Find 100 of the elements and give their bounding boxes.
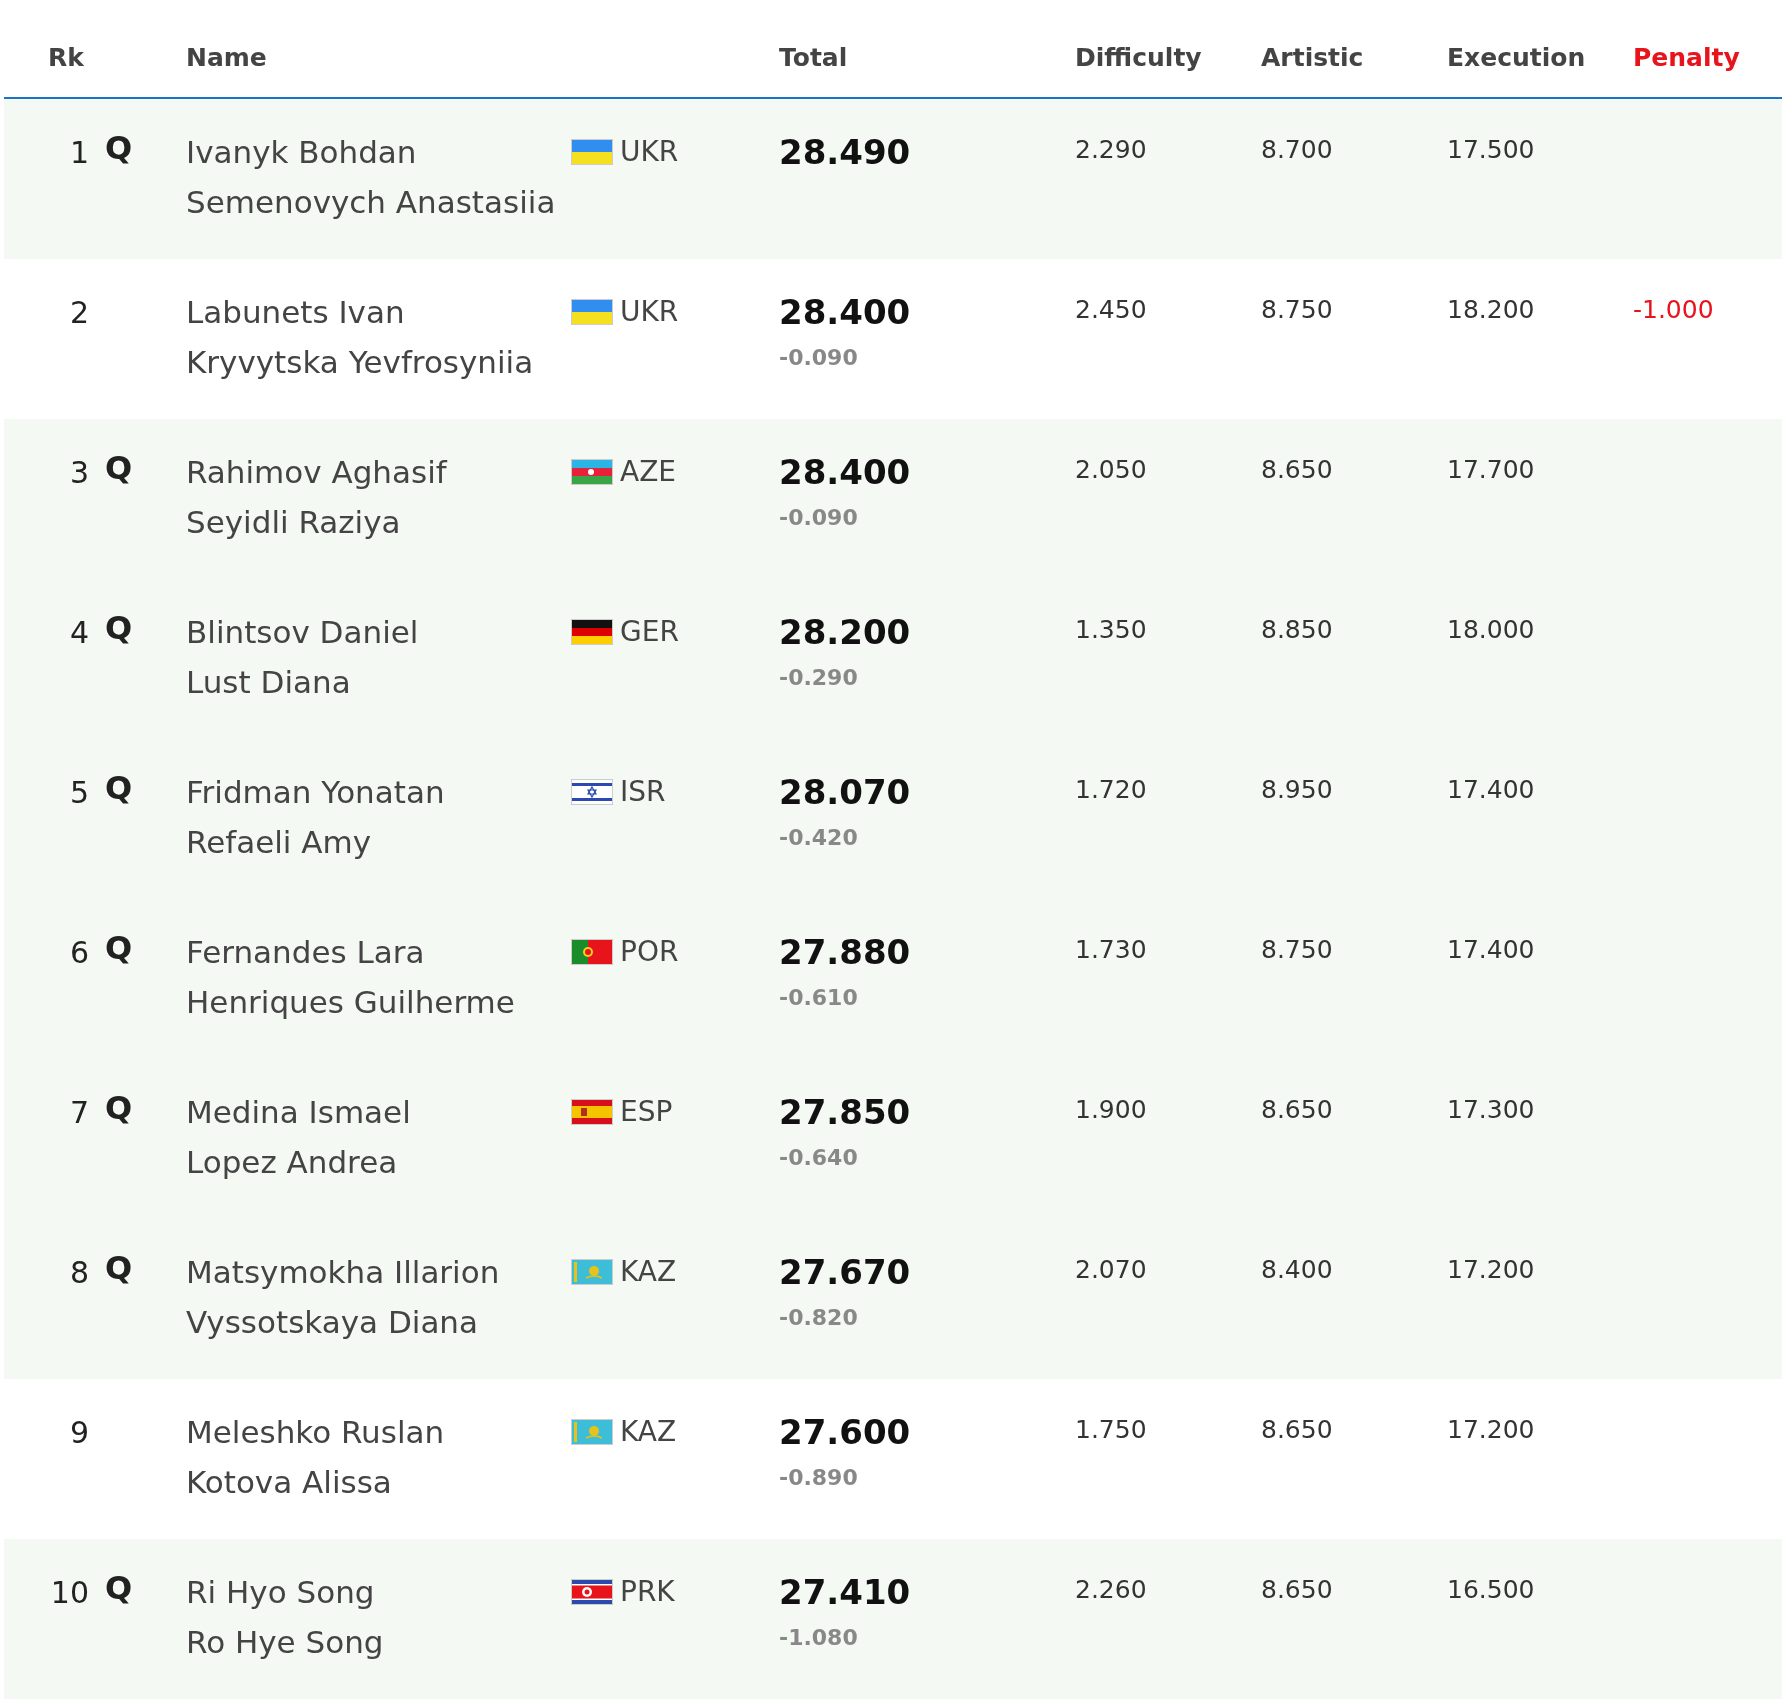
country-code: AZE	[620, 455, 677, 488]
difficulty-score: 1.730	[1075, 935, 1147, 964]
athlete-name: Ri Hyo Song	[186, 1573, 375, 1612]
difficulty-score: 1.900	[1075, 1095, 1147, 1124]
flag-icon	[572, 459, 612, 484]
column-header[interactable]: Rk	[48, 43, 84, 72]
difficulty-score: 1.750	[1075, 1415, 1147, 1444]
athlete-name: Meleshko Ruslan	[186, 1413, 445, 1452]
flag-icon	[572, 1579, 612, 1604]
country-code: ISR	[620, 775, 666, 808]
country-code: UKR	[620, 135, 679, 168]
execution-score: 17.500	[1447, 135, 1535, 164]
rank-number: 10	[50, 1575, 89, 1610]
difficulty-score: 1.720	[1075, 775, 1147, 804]
penalty-score: -1.000	[1633, 295, 1714, 324]
score-gap: -0.640	[779, 1145, 858, 1170]
rank-number: 3	[69, 455, 89, 490]
artistic-score: 8.650	[1261, 1415, 1333, 1444]
artistic-score: 8.650	[1261, 455, 1333, 484]
qualified-mark: Q	[105, 1249, 133, 1287]
flag-icon	[572, 1099, 612, 1124]
rank-number: 9	[69, 1415, 89, 1450]
total-score: 27.600	[779, 1411, 911, 1454]
execution-score: 18.000	[1447, 615, 1535, 644]
difficulty-score: 2.290	[1075, 135, 1147, 164]
artistic-score: 8.850	[1261, 615, 1333, 644]
rank-number: 1	[69, 135, 89, 170]
column-header[interactable]: Execution	[1447, 43, 1586, 72]
artistic-score: 8.650	[1261, 1095, 1333, 1124]
score-gap: -1.080	[779, 1625, 858, 1650]
rank-number: 6	[69, 935, 89, 970]
qualified-mark: Q	[105, 1569, 133, 1607]
column-header[interactable]: Penalty	[1633, 43, 1740, 72]
flag-icon	[572, 139, 612, 164]
flag-icon	[572, 1259, 612, 1284]
athlete-name: Fridman Yonatan	[186, 773, 445, 812]
country-code: GER	[620, 615, 679, 648]
total-score: 28.400	[779, 291, 911, 334]
execution-score: 17.300	[1447, 1095, 1535, 1124]
difficulty-score: 2.260	[1075, 1575, 1147, 1604]
athlete-name: Ro Hye Song	[186, 1623, 384, 1662]
score-gap: -0.420	[779, 825, 858, 850]
difficulty-score: 2.070	[1075, 1255, 1147, 1284]
score-gap: -0.820	[779, 1305, 858, 1330]
country-code: PRK	[620, 1575, 675, 1608]
total-score: 28.490	[779, 131, 911, 174]
total-score: 28.070	[779, 771, 911, 814]
athlete-name: Henriques Guilherme	[186, 983, 515, 1022]
score-gap: -0.890	[779, 1465, 858, 1490]
artistic-score: 8.650	[1261, 1575, 1333, 1604]
athlete-name: Labunets Ivan	[186, 293, 405, 332]
athlete-name: Lust Diana	[186, 663, 351, 702]
flag-icon	[572, 779, 612, 804]
country-code: POR	[620, 935, 679, 968]
total-score: 28.400	[779, 451, 911, 494]
flag-icon	[572, 1419, 612, 1444]
artistic-score: 8.950	[1261, 775, 1333, 804]
rank-number: 8	[69, 1255, 89, 1290]
athlete-name: Kotova Alissa	[186, 1463, 392, 1502]
athlete-name: Medina Ismael	[186, 1093, 411, 1132]
execution-score: 17.200	[1447, 1415, 1535, 1444]
total-score: 27.880	[779, 931, 911, 974]
column-header[interactable]: Difficulty	[1075, 43, 1202, 72]
difficulty-score: 2.050	[1075, 455, 1147, 484]
column-header[interactable]: Name	[186, 43, 267, 72]
athlete-name: Ivanyk Bohdan	[186, 133, 417, 172]
qualified-mark: Q	[105, 449, 133, 487]
total-score: 27.410	[779, 1571, 911, 1614]
athlete-name: Seyidli Raziya	[186, 503, 401, 542]
country-code: KAZ	[620, 1415, 677, 1448]
flag-icon	[572, 939, 612, 964]
qualified-mark: Q	[105, 1089, 133, 1127]
qualified-mark: Q	[105, 609, 133, 647]
country-code: UKR	[620, 295, 679, 328]
execution-score: 18.200	[1447, 295, 1535, 324]
execution-score: 17.700	[1447, 455, 1535, 484]
rank-number: 7	[69, 1095, 89, 1130]
total-score: 28.200	[779, 611, 911, 654]
qualified-mark: Q	[105, 129, 133, 167]
score-gap: -0.090	[779, 345, 858, 370]
rank-number: 2	[69, 295, 89, 330]
execution-score: 17.400	[1447, 775, 1535, 804]
execution-score: 16.500	[1447, 1575, 1535, 1604]
athlete-name: Lopez Andrea	[186, 1143, 398, 1182]
column-header[interactable]: Artistic	[1261, 43, 1364, 72]
athlete-name: Vyssotskaya Diana	[186, 1303, 479, 1342]
country-code: KAZ	[620, 1255, 677, 1288]
athlete-name: Blintsov Daniel	[186, 613, 419, 652]
flag-icon	[572, 299, 612, 324]
artistic-score: 8.750	[1261, 295, 1333, 324]
total-score: 27.850	[779, 1091, 911, 1134]
athlete-name: Semenovych Anastasiia	[186, 183, 556, 222]
column-header[interactable]: Total	[779, 43, 848, 72]
artistic-score: 8.400	[1261, 1255, 1333, 1284]
execution-score: 17.200	[1447, 1255, 1535, 1284]
artistic-score: 8.750	[1261, 935, 1333, 964]
score-gap: -0.610	[779, 985, 858, 1010]
score-gap: -0.090	[779, 505, 858, 530]
score-gap: -0.290	[779, 665, 858, 690]
rank-number: 4	[69, 615, 89, 650]
